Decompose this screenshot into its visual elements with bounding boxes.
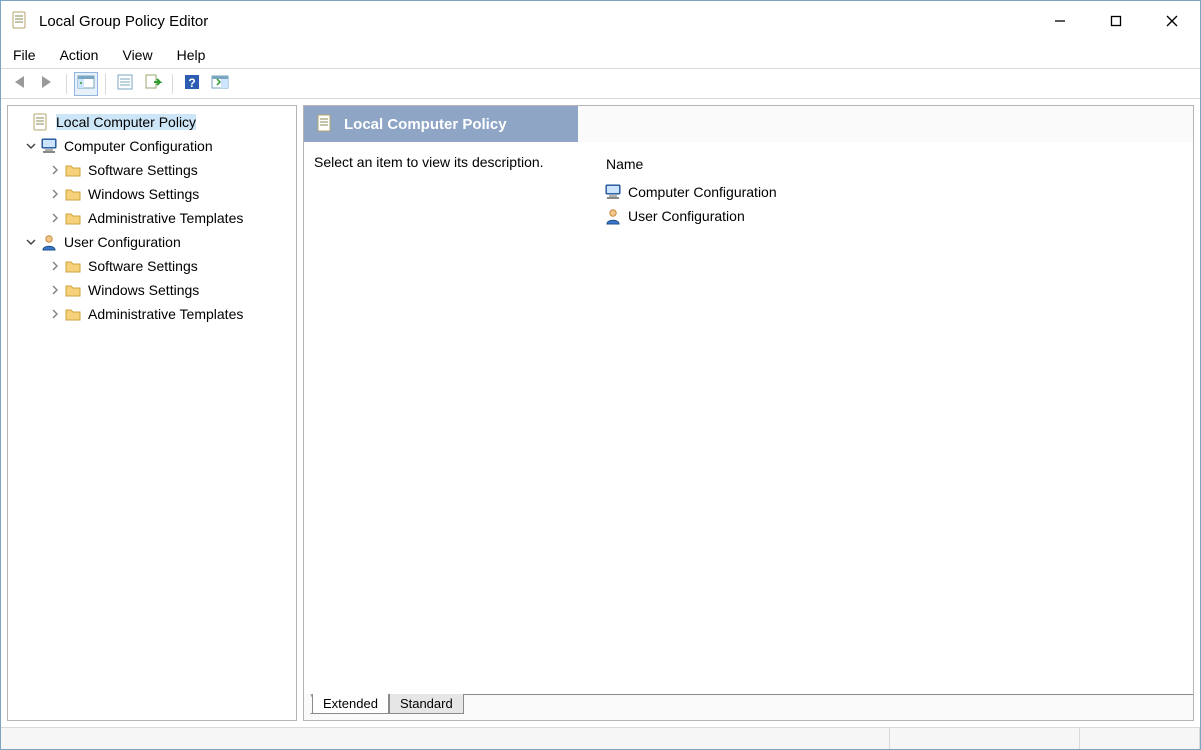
menu-view[interactable]: View <box>118 45 156 65</box>
properties-button[interactable] <box>113 72 137 96</box>
chevron-right-icon[interactable] <box>48 283 62 297</box>
back-button[interactable] <box>7 72 31 96</box>
menu-action[interactable]: Action <box>56 45 103 65</box>
folder-icon <box>64 257 82 275</box>
tree-pane[interactable]: Local Computer Policy Computer Configurat… <box>7 105 297 721</box>
toolbar <box>1 69 1200 99</box>
chevron-down-icon[interactable] <box>24 139 38 153</box>
tab-standard[interactable]: Standard <box>389 694 464 714</box>
title-bar: Local Group Policy Editor <box>1 1 1200 41</box>
chevron-right-icon[interactable] <box>48 163 62 177</box>
detail-header: Local Computer Policy <box>304 106 1193 142</box>
arrow-left-icon <box>10 73 28 94</box>
toolbar-separator <box>66 74 67 94</box>
toolbar-separator <box>172 74 173 94</box>
status-bar <box>1 727 1200 749</box>
export-icon <box>144 73 162 94</box>
detail-tabs: Extended Standard <box>304 694 1193 720</box>
description-column: Select an item to view its description. <box>304 150 594 694</box>
folder-icon <box>64 305 82 323</box>
user-icon <box>604 207 622 225</box>
window-title: Local Group Policy Editor <box>39 13 208 30</box>
forward-button[interactable] <box>35 72 59 96</box>
export-list-button[interactable] <box>141 72 165 96</box>
tree-item-label: Windows Settings <box>88 186 199 202</box>
tree-item-label: Administrative Templates <box>88 210 243 226</box>
help-button[interactable] <box>180 72 204 96</box>
maximize-button[interactable] <box>1088 1 1144 41</box>
list-item[interactable]: Computer Configuration <box>602 180 1185 204</box>
chevron-right-icon[interactable] <box>48 259 62 273</box>
arrow-right-icon <box>38 73 56 94</box>
toolbar-separator <box>105 74 106 94</box>
tree-item-label: Software Settings <box>88 258 198 274</box>
close-button[interactable] <box>1144 1 1200 41</box>
console-tree-icon <box>77 73 95 94</box>
window: Local Group Policy Editor File Action Vi… <box>0 0 1201 750</box>
list-column: Name Computer Configuration User Configur… <box>594 150 1193 694</box>
expander-empty <box>16 115 30 129</box>
status-cell <box>1 728 890 749</box>
tree-item-root[interactable]: Local Computer Policy <box>10 110 294 134</box>
chevron-down-icon[interactable] <box>24 235 38 249</box>
app-icon <box>11 11 31 31</box>
detail-pane: Local Computer Policy Select an item to … <box>303 105 1194 721</box>
tree-item-label: Windows Settings <box>88 282 199 298</box>
content-body: Local Computer Policy Computer Configurat… <box>1 99 1200 727</box>
detail-body: Select an item to view its description. … <box>304 142 1193 694</box>
minimize-button[interactable] <box>1032 1 1088 41</box>
tree-item-label: User Configuration <box>64 234 181 250</box>
tree-item-ua[interactable]: Administrative Templates <box>10 302 294 326</box>
menu-file[interactable]: File <box>9 45 40 65</box>
tree-item-label: Computer Configuration <box>64 138 213 154</box>
policy-doc-icon <box>32 113 50 131</box>
chevron-right-icon[interactable] <box>48 187 62 201</box>
folder-icon <box>64 209 82 227</box>
computer-icon <box>604 183 622 201</box>
tree-item-label: Software Settings <box>88 162 198 178</box>
tree-item-cs[interactable]: Software Settings <box>10 158 294 182</box>
tab-extended[interactable]: Extended <box>312 694 389 714</box>
list-column-header[interactable]: Name <box>602 154 1185 174</box>
status-cell <box>1080 728 1200 749</box>
tree-item-uw[interactable]: Windows Settings <box>10 278 294 302</box>
help-icon <box>183 73 201 94</box>
chevron-right-icon[interactable] <box>48 211 62 225</box>
tree-item-ca[interactable]: Administrative Templates <box>10 206 294 230</box>
tree-item-user[interactable]: User Configuration <box>10 230 294 254</box>
menu-bar: File Action View Help <box>1 41 1200 69</box>
computer-icon <box>40 137 58 155</box>
show-hide-console-tree-button[interactable] <box>74 72 98 96</box>
list-item-label: Computer Configuration <box>628 184 777 200</box>
folder-icon <box>64 185 82 203</box>
folder-icon <box>64 161 82 179</box>
folder-icon <box>64 281 82 299</box>
properties-icon <box>116 73 134 94</box>
action-pane-icon <box>211 73 229 94</box>
menu-help[interactable]: Help <box>173 45 210 65</box>
status-cell <box>890 728 1080 749</box>
tree-item-label: Administrative Templates <box>88 306 243 322</box>
tree-item-us[interactable]: Software Settings <box>10 254 294 278</box>
tree-item-label: Local Computer Policy <box>56 114 196 130</box>
tree-item-comp[interactable]: Computer Configuration <box>10 134 294 158</box>
chevron-right-icon[interactable] <box>48 307 62 321</box>
policy-doc-icon <box>316 114 334 135</box>
tree-item-cw[interactable]: Windows Settings <box>10 182 294 206</box>
user-icon <box>40 233 58 251</box>
description-prompt: Select an item to view its description. <box>314 154 544 170</box>
list-item-label: User Configuration <box>628 208 745 224</box>
list-item[interactable]: User Configuration <box>602 204 1185 228</box>
show-hide-action-pane-button[interactable] <box>208 72 232 96</box>
detail-header-title: Local Computer Policy <box>344 116 507 133</box>
